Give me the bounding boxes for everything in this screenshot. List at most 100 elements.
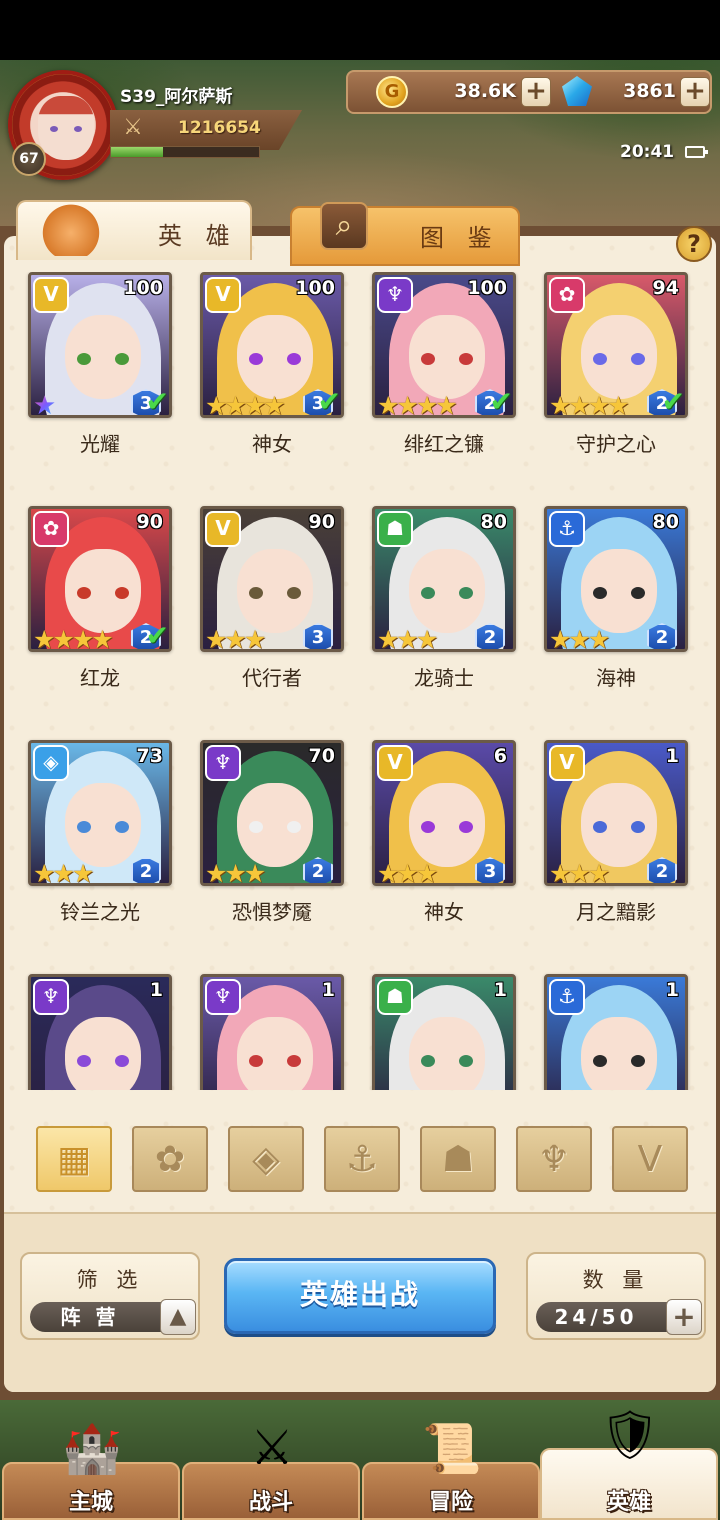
nav-heroes[interactable]: 🛡 英雄	[540, 1407, 718, 1520]
filter-fire-faction[interactable]: ✿	[132, 1126, 208, 1192]
filter-beast-faction[interactable]: ☗	[420, 1126, 496, 1192]
nav-adventure[interactable]: 📜 冒险	[362, 1421, 540, 1520]
filter-box: 筛 选 阵 营 ▲	[20, 1252, 200, 1340]
hero-name: 绯红之镰	[404, 432, 484, 456]
hero-card[interactable]: ♆ 100 ★ ★ ★ ★ 2 ✔ 绯红之镰	[368, 272, 518, 472]
ice-faction-icon: ◈	[33, 745, 69, 781]
dark-faction-icon: ♆	[205, 745, 241, 781]
hero-name: 龙骑士	[414, 666, 474, 690]
hero-card[interactable]: V 100 ★ 3 ✔ 光耀	[24, 272, 174, 472]
star-icon: ★	[33, 391, 57, 418]
light-faction-icon: V	[205, 511, 241, 547]
hero-level: 100	[295, 277, 335, 299]
hero-face	[409, 315, 485, 399]
hero-name: 月之黯影	[576, 900, 656, 924]
nav-label: 战斗	[248, 1490, 293, 1515]
add-gold-button[interactable]: +	[521, 77, 551, 107]
hero-name: 红龙	[80, 666, 120, 690]
hero-card[interactable]: V 90 ★ ★ ★ 3 代行者	[196, 506, 346, 706]
hero-face	[237, 549, 313, 633]
faction-filter-row: ▦ ✿ ◈ ⚓ ☗ ♆ V	[36, 1126, 688, 1192]
nav-main-city[interactable]: 🏰 主城	[2, 1421, 180, 1520]
hero-card[interactable]: ♆ 70 ★ ★ ★ 2 恐惧梦魇	[196, 740, 346, 940]
hero-face	[581, 1017, 657, 1090]
hero-face	[581, 549, 657, 633]
light-faction-icon: V	[549, 745, 585, 781]
hero-face	[581, 783, 657, 867]
hero-card[interactable]: ♆ 1	[196, 974, 346, 1090]
triangle-up-icon[interactable]: ▲	[160, 1299, 196, 1335]
hero-name: 光耀	[80, 432, 120, 456]
light-faction-icon: V	[33, 277, 69, 313]
ice-faction-icon: ◈	[252, 1138, 280, 1180]
hero-portrait: ◈ 73 ★ ★ ★ 2	[28, 740, 172, 886]
expand-capacity-button[interactable]: +	[666, 1299, 702, 1335]
tab-heroes-label: 英 雄	[158, 222, 238, 250]
hero-level: 80	[480, 511, 507, 533]
hero-level: 1	[149, 979, 163, 1001]
hero-portrait: ⚓ 80 ★ ★ ★ 2	[544, 506, 688, 652]
add-gems-button[interactable]: +	[680, 77, 710, 107]
hero-card[interactable]: ✿ 90 ★ ★ ★ ★ 2 ✔ 红龙	[24, 506, 174, 706]
hero-stars: ★ ★ ★	[377, 861, 438, 884]
dark-faction-icon: ♆	[377, 277, 413, 313]
fire-faction-icon: ✿	[154, 1138, 186, 1180]
gold-amount: 38.6K	[454, 80, 516, 102]
star-icon: ★	[587, 859, 611, 886]
hero-card[interactable]: ⚓ 80 ★ ★ ★ 2 海神	[540, 506, 690, 706]
tab-heroes[interactable]: 英 雄	[16, 198, 252, 260]
fire-faction-icon: ✿	[549, 277, 585, 313]
hero-card[interactable]: ☗ 1	[368, 974, 518, 1090]
hero-portrait: ☗ 80 ★ ★ ★ 2	[372, 506, 516, 652]
filter-water-faction[interactable]: ⚓	[324, 1126, 400, 1192]
hero-card[interactable]: ♆ 1	[24, 974, 174, 1090]
hero-card[interactable]: ⚓ 1	[540, 974, 690, 1090]
hero-card[interactable]: V 100 ★ ★ ★ ★ 3 ✔ 神女	[196, 272, 346, 472]
beast-faction-icon: ☗	[441, 1138, 475, 1180]
light-faction-icon: V	[377, 745, 413, 781]
power-value: 1216654	[178, 118, 261, 138]
faction-filter-select[interactable]: 阵 营 ▲	[30, 1299, 196, 1335]
helmet-icon	[40, 198, 102, 256]
xp-bar	[110, 146, 260, 158]
hero-face	[65, 549, 141, 633]
hero-card[interactable]: V 1 ★ ★ ★ 2 月之黯影	[540, 740, 690, 940]
light-faction-icon: V	[637, 1138, 663, 1180]
hero-card[interactable]: V 6 ★ ★ ★ 3 神女	[368, 740, 518, 940]
filter-ice-faction[interactable]: ◈	[228, 1126, 304, 1192]
filter-dark-faction[interactable]: ♆	[516, 1126, 592, 1192]
filter-light-faction[interactable]: V	[612, 1126, 688, 1192]
hero-card[interactable]: ☗ 80 ★ ★ ★ 2 龙骑士	[368, 506, 518, 706]
hero-level: 73	[136, 745, 163, 767]
star-icon: ★	[91, 625, 114, 652]
magnifier-icon: ⌕	[320, 202, 368, 250]
hero-count: 24/50 +	[536, 1299, 702, 1335]
hero-portrait: V 100 ★ 3 ✔	[28, 272, 172, 418]
hero-portrait: ♆ 100 ★ ★ ★ ★ 2 ✔	[372, 272, 516, 418]
nav-label: 英雄	[606, 1490, 651, 1515]
water-faction-icon: ⚓	[345, 1138, 379, 1180]
nav-label: 冒险	[428, 1490, 473, 1515]
hero-portrait: ⚓ 1	[544, 974, 688, 1090]
star-icon: ★	[71, 859, 95, 886]
checkmark-icon: ✔	[489, 385, 513, 418]
hero-card[interactable]: ✿ 94 ★ ★ ★ ★ 2 ✔ 守护之心	[540, 272, 690, 472]
filter-all-factions[interactable]: ▦	[36, 1126, 112, 1192]
help-button[interactable]: ?	[676, 226, 712, 262]
star-icon: ★	[415, 625, 439, 652]
checkmark-icon: ✔	[145, 385, 169, 418]
hero-level: 70	[308, 745, 335, 767]
star-icon: ★	[243, 859, 267, 886]
hero-face	[65, 315, 141, 399]
crossed-swords-icon: ⚔	[123, 115, 143, 140]
hero-face	[237, 783, 313, 867]
hero-crest-icon: 🛡	[599, 1406, 661, 1463]
deploy-heroes-button[interactable]: 英雄出战	[224, 1258, 496, 1334]
hero-face	[65, 783, 141, 867]
fire-faction-icon: ✿	[33, 511, 69, 547]
hero-card[interactable]: ◈ 73 ★ ★ ★ 2 铃兰之光	[24, 740, 174, 940]
nav-battle[interactable]: ⚔ 战斗	[182, 1420, 360, 1520]
tab-codex[interactable]: ⌕ 图 鉴	[290, 202, 520, 266]
hero-face	[581, 315, 657, 399]
hero-face	[409, 1017, 485, 1090]
